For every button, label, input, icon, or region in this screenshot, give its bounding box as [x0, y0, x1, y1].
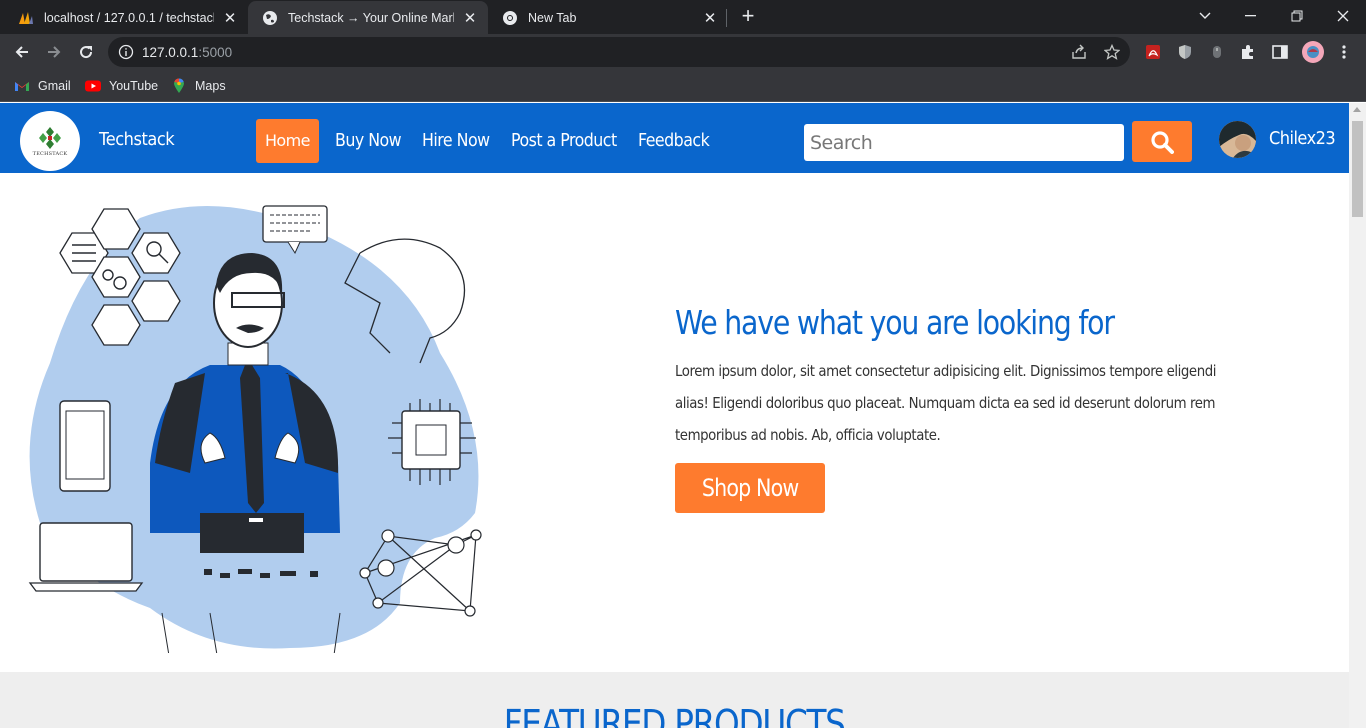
logo-text: TECHSTACK: [32, 150, 68, 157]
close-icon[interactable]: ✕: [700, 8, 720, 28]
scroll-up-arrow-icon[interactable]: [1353, 107, 1361, 112]
close-icon[interactable]: ✕: [460, 8, 480, 28]
maps-icon: [171, 78, 187, 94]
tab-search-icon[interactable]: [1182, 0, 1228, 32]
hero-title: We have what you are looking for: [675, 303, 1115, 342]
nav-hire-now[interactable]: Hire Now: [422, 119, 490, 163]
profile-icon[interactable]: [1301, 40, 1325, 64]
chrome-icon: [502, 10, 518, 26]
forward-icon[interactable]: [40, 38, 68, 66]
logo-mark-icon: [39, 126, 61, 149]
youtube-icon: [85, 78, 101, 94]
hero-description: Lorem ipsum dolor, sit amet consectetur …: [675, 362, 1217, 444]
shop-now-button[interactable]: Shop Now: [675, 463, 825, 513]
username[interactable]: Chilex23: [1269, 128, 1336, 149]
phpmyadmin-icon: [18, 10, 34, 26]
back-icon[interactable]: [8, 38, 36, 66]
gmail-icon: [14, 78, 30, 94]
close-window-icon[interactable]: [1320, 0, 1366, 32]
featured-products-heading: FEATURED PRODUCTS: [0, 702, 1349, 728]
search-input[interactable]: [804, 124, 1124, 161]
new-tab-button[interactable]: +: [736, 5, 760, 29]
hero-illustration: [28, 205, 482, 653]
featured-products-title: FEATURED PRODUCTS: [504, 702, 846, 728]
close-icon[interactable]: ✕: [220, 8, 240, 28]
tab-title: Techstack → Your Online Market: [288, 10, 454, 25]
menu-kebab-icon[interactable]: [1334, 42, 1354, 62]
site-logo[interactable]: TECHSTACK: [20, 111, 80, 171]
side-panel-icon[interactable]: [1270, 42, 1290, 62]
minimize-icon[interactable]: [1228, 0, 1274, 32]
bookmark-gmail[interactable]: Gmail: [14, 76, 71, 96]
bookmark-label: YouTube: [109, 79, 159, 93]
bookmark-star-icon[interactable]: [1103, 43, 1121, 61]
globe-icon: [262, 10, 278, 26]
brand-name[interactable]: Techstack: [99, 129, 175, 150]
bookmark-youtube[interactable]: YouTube: [85, 76, 158, 96]
avatar[interactable]: [1219, 121, 1256, 158]
restore-icon[interactable]: [1274, 0, 1320, 32]
shop-now-label: Shop Now: [701, 474, 799, 502]
nav-home[interactable]: Home: [256, 119, 319, 163]
scrollbar-thumb[interactable]: [1352, 121, 1363, 217]
extensions-puzzle-icon[interactable]: [1238, 42, 1258, 62]
nav-feedback[interactable]: Feedback: [638, 119, 710, 163]
page-scrollbar[interactable]: [1349, 103, 1366, 728]
bookmark-label: Gmail: [38, 79, 71, 93]
search-icon: [1151, 130, 1174, 154]
shield-extension-icon[interactable]: [1175, 42, 1195, 62]
address-bar[interactable]: 127.0.0.1:5000: [108, 37, 1130, 67]
url-text: 127.0.0.1:5000: [142, 45, 232, 60]
tab-new-tab[interactable]: New Tab ✕: [488, 1, 728, 34]
site-navbar: TECHSTACK Techstack Home Buy Now Hire No…: [0, 103, 1349, 173]
browser-toolbar: 127.0.0.1:5000: [0, 34, 1366, 70]
nav-buy-now[interactable]: Buy Now: [335, 119, 402, 163]
share-icon[interactable]: [1070, 43, 1088, 61]
tab-title: localhost / 127.0.0.1 / techstack /: [44, 10, 214, 25]
browser-tab-strip: localhost / 127.0.0.1 / techstack / ✕ Te…: [0, 0, 1366, 34]
info-icon[interactable]: [118, 44, 134, 60]
url-host: 127.0.0.1: [142, 45, 199, 60]
tab-divider: [726, 9, 727, 27]
bookmark-maps[interactable]: Maps: [171, 76, 226, 96]
tab-title: New Tab: [528, 10, 577, 25]
tab-phpmyadmin[interactable]: localhost / 127.0.0.1 / techstack / ✕: [4, 1, 248, 34]
mouse-extension-icon[interactable]: [1207, 42, 1227, 62]
featured-products-section: FEATURED PRODUCTS: [0, 672, 1349, 728]
pdf-extension-icon[interactable]: [1143, 42, 1163, 62]
reload-icon[interactable]: [72, 38, 100, 66]
page-viewport: TECHSTACK Techstack Home Buy Now Hire No…: [0, 103, 1349, 728]
tab-techstack[interactable]: Techstack → Your Online Market ✕: [248, 1, 488, 34]
bookmark-label: Maps: [195, 79, 226, 93]
url-port: :5000: [198, 45, 233, 60]
nav-post-a-product[interactable]: Post a Product: [511, 119, 617, 163]
bookmarks-bar: Gmail YouTube Maps: [0, 70, 1366, 102]
search-button[interactable]: [1132, 121, 1192, 162]
